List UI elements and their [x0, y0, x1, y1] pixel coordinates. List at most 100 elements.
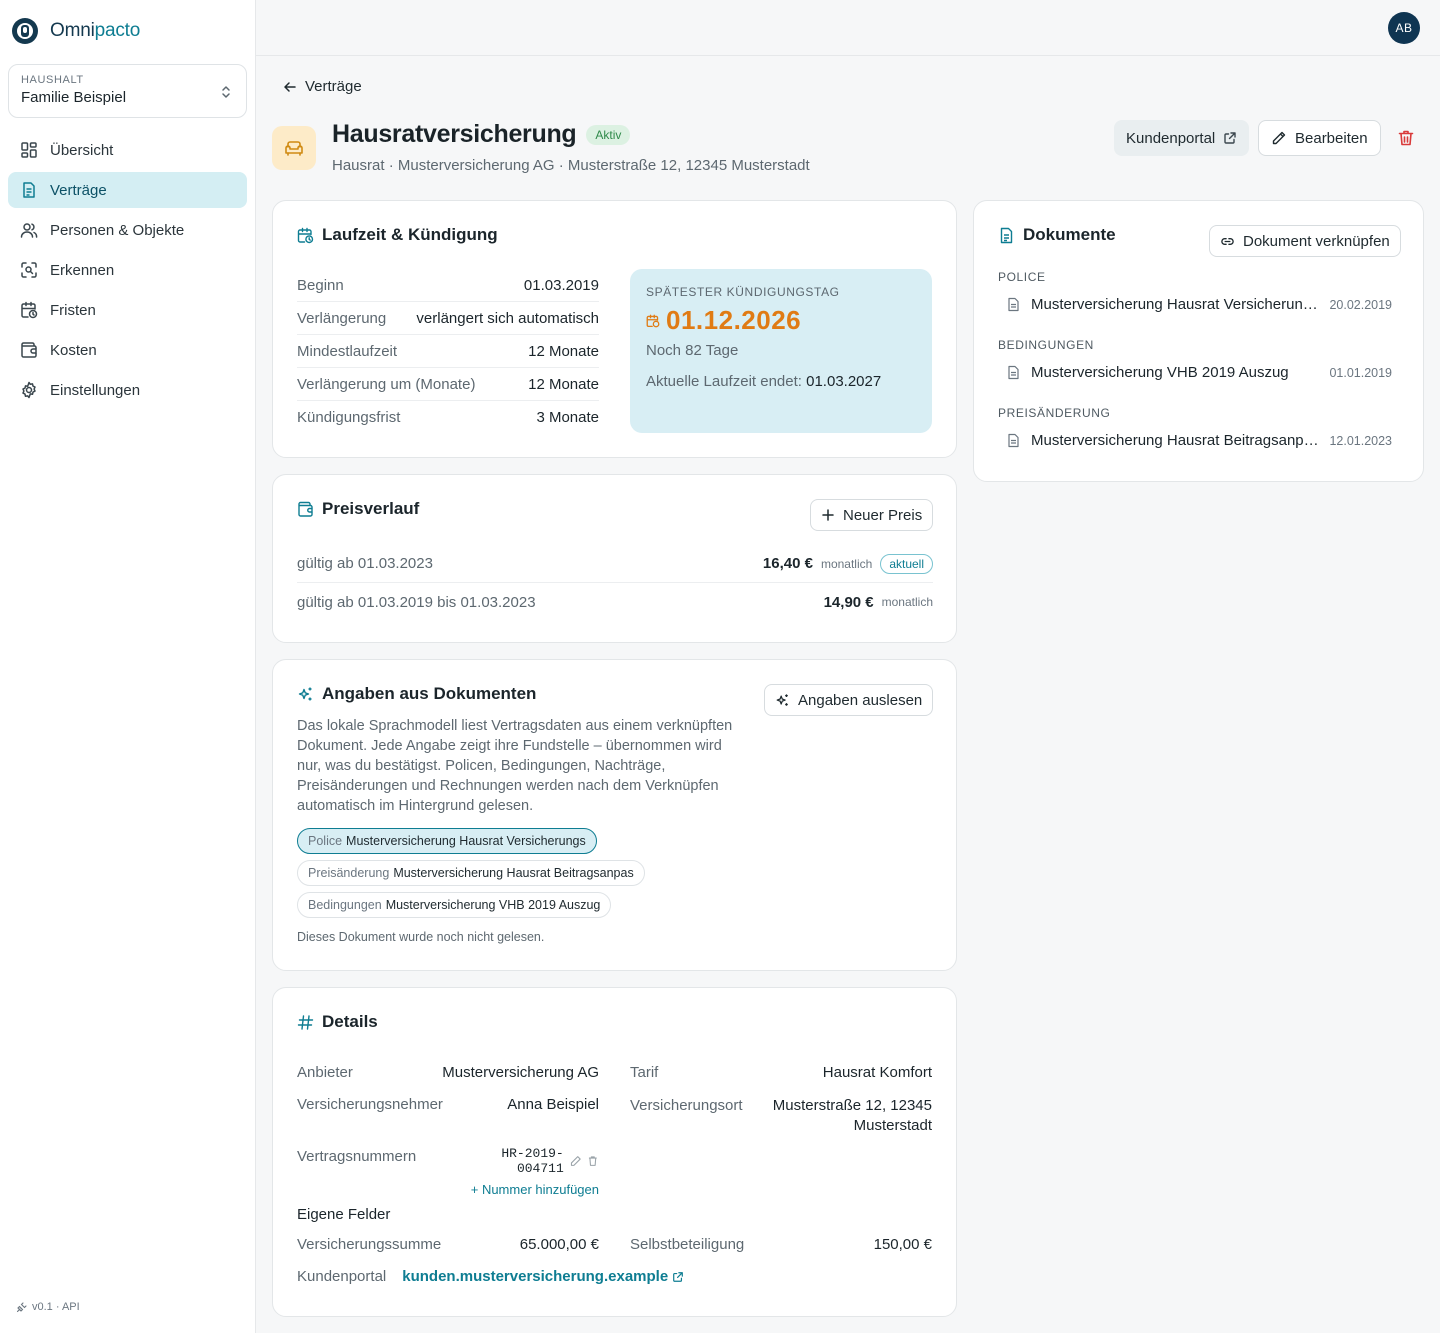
link-document-button[interactable]: Dokument verknüpfen — [1209, 225, 1401, 257]
users-icon — [20, 223, 38, 238]
nav-item-vertraege[interactable]: Verträge — [8, 172, 247, 208]
document-name: Musterversicherung VHB 2019 Auszug — [1031, 364, 1289, 381]
status-badge: Aktiv — [586, 124, 631, 145]
plug-icon — [16, 1302, 27, 1313]
calendar-clock-icon — [297, 227, 314, 243]
term-value: 12 Monate — [528, 342, 599, 360]
back-link[interactable]: Verträge — [282, 78, 362, 95]
brand[interactable]: Omnipacto — [10, 16, 140, 46]
calendar-clock-icon — [21, 301, 38, 319]
price-period: monatlich — [820, 556, 873, 571]
document-item[interactable]: Musterversicherung Hausrat Versicherungs… — [1006, 296, 1392, 313]
document-date: 12.01.2023 — [1329, 433, 1392, 448]
calendar-clock-icon — [646, 314, 660, 327]
details-card: Details Anbieter Musterversicherung AG T… — [272, 987, 957, 1317]
version-text: v0.1 · API — [32, 1301, 80, 1313]
place-line-1: Musterstraße 12, 12345 — [772, 1097, 932, 1114]
scan-icon — [21, 262, 37, 278]
edit-label: Bearbeiten — [1295, 129, 1368, 147]
detail-key: Versicherungsort — [630, 1097, 743, 1114]
detail-value: 150,00 € — [873, 1236, 932, 1253]
pencil-icon — [1272, 131, 1286, 145]
price-row: gültig ab 01.03.2023 16,40 € monatlich a… — [297, 545, 933, 583]
detail-key: Selbstbeteiligung — [630, 1236, 745, 1253]
nav-label: Kosten — [50, 341, 97, 359]
sidebar: Omnipacto HAUSHALT Familie Beispiel Über… — [0, 0, 256, 1333]
nav-item-kosten[interactable]: Kosten — [8, 332, 247, 368]
term-table: Beginn 01.03.2019 Verlängerung verlängert … — [297, 269, 599, 434]
document-chip-preisaenderung[interactable]: Preisänderung Musterversicherung Hausrat … — [297, 860, 645, 886]
chip-type: Bedingungen — [308, 898, 382, 912]
detail-key: Kundenportal — [297, 1268, 387, 1285]
external-link-icon — [673, 1271, 684, 1282]
avatar[interactable]: AB — [1388, 12, 1420, 44]
pencil-icon[interactable] — [570, 1155, 582, 1167]
kundenportal-button[interactable]: Kundenportal — [1114, 120, 1250, 156]
term-row: Kündigungsfrist 3 Monate — [297, 401, 599, 434]
custom-fields-title: Eigene Felder — [297, 1206, 391, 1223]
back-label: Verträge — [305, 78, 362, 95]
term-row: Verlängerung um (Monate) 12 Monate — [297, 368, 599, 401]
term-key: Kündigungsfrist — [297, 409, 401, 426]
detail-key: Versicherungssumme — [297, 1236, 442, 1253]
trash-icon[interactable] — [587, 1155, 599, 1167]
chip-name: Musterversicherung Hausrat Versicherungs — [346, 834, 586, 848]
deadline-panel: SPÄTESTER KÜNDIGUNGSTAG 01.12.2026 Noch … — [630, 269, 932, 433]
portal-link[interactable]: kunden.musterversicherung.example — [402, 1268, 684, 1285]
document-item[interactable]: Musterversicherung Hausrat Beitragsanpas… — [1006, 432, 1392, 449]
price-list: gültig ab 01.03.2023 16,40 € monatlich a… — [297, 545, 933, 621]
document-item[interactable]: Musterversicherung VHB 2019 Auszug 01.01… — [1006, 364, 1392, 381]
nav-label: Fristen — [50, 301, 96, 319]
extract-note: Dieses Dokument wurde noch nicht gelesen… — [297, 930, 545, 944]
detail-value: Hausrat Komfort — [822, 1064, 932, 1081]
detail-portal: Kundenportal kunden.musterversicherung.e… — [297, 1268, 697, 1285]
term-value: verlängert sich automatisch — [416, 309, 599, 327]
term-key: Mindestlaufzeit — [297, 342, 398, 360]
term-card-header: Laufzeit & Kündigung — [297, 225, 498, 245]
file-icon — [1008, 365, 1019, 380]
nav-item-fristen[interactable]: Fristen — [8, 292, 247, 328]
wallet-icon — [21, 342, 37, 358]
price-card-header: Preisverlauf — [297, 499, 419, 519]
doc-section-caption: PREISÄNDERUNG — [998, 406, 1111, 420]
household-selector[interactable]: HAUSHALT Familie Beispiel — [8, 64, 247, 118]
wallet-icon — [298, 501, 313, 517]
nav-label: Erkennen — [50, 261, 115, 279]
new-price-button[interactable]: Neuer Preis — [810, 499, 934, 531]
add-number-link[interactable]: + Nummer hinzufügen — [458, 1182, 599, 1197]
deadline-caption: SPÄTESTER KÜNDIGUNGSTAG — [646, 285, 840, 299]
term-value: 12 Monate — [528, 375, 599, 393]
detail-value: Musterversicherung AG — [442, 1064, 599, 1081]
document-chip-bedingungen[interactable]: Bedingungen Musterversicherung VHB 2019 A… — [297, 892, 612, 918]
extract-card: Angaben aus Dokumenten Angaben auslesen … — [272, 659, 957, 971]
trash-icon[interactable] — [1396, 128, 1416, 148]
household-value: Familie Beispiel — [21, 89, 127, 106]
document-icon — [1000, 227, 1013, 243]
link-document-label: Dokument verknüpfen — [1243, 232, 1390, 250]
contract-numbers: HR-2019-004711 + Nummer hinzufügen — [458, 1146, 599, 1197]
plus-icon — [822, 509, 834, 521]
nav-item-erkennen[interactable]: Erkennen — [8, 252, 247, 288]
deadline-date-row: 01.12.2026 — [646, 305, 916, 336]
document-chip-police[interactable]: Police Musterversicherung Hausrat Versich… — [297, 828, 597, 854]
term-value: 01.03.2019 — [523, 276, 599, 294]
term-end-value: 01.03.2027 — [806, 373, 882, 390]
term-row: Mindestlaufzeit 12 Monate — [297, 335, 599, 368]
detail-deductible: Selbstbeteiligung 150,00 € — [630, 1236, 932, 1253]
details-card-header: Details — [297, 1012, 378, 1032]
file-icon — [1008, 297, 1019, 312]
nav-label: Einstellungen — [50, 381, 141, 399]
nav-label: Übersicht — [50, 141, 114, 159]
detail-key: Tarif — [630, 1064, 659, 1081]
nav-item-personen[interactable]: Personen & Objekte — [8, 212, 247, 248]
nav-item-einstellungen[interactable]: Einstellungen — [8, 372, 247, 408]
extract-button[interactable]: Angaben auslesen — [764, 684, 934, 716]
edit-button[interactable]: Bearbeiten — [1258, 120, 1381, 156]
detail-tariff: Tarif Hausrat Komfort — [630, 1064, 932, 1081]
documents-card-title: Dokumente — [1023, 225, 1116, 244]
term-card-title: Laufzeit & Kündigung — [322, 225, 498, 244]
detail-key: Vertragsnummern — [297, 1148, 417, 1165]
price-card-title: Preisverlauf — [322, 499, 420, 518]
sparkles-icon — [298, 687, 312, 700]
nav-item-uebersicht[interactable]: Übersicht — [8, 132, 247, 168]
